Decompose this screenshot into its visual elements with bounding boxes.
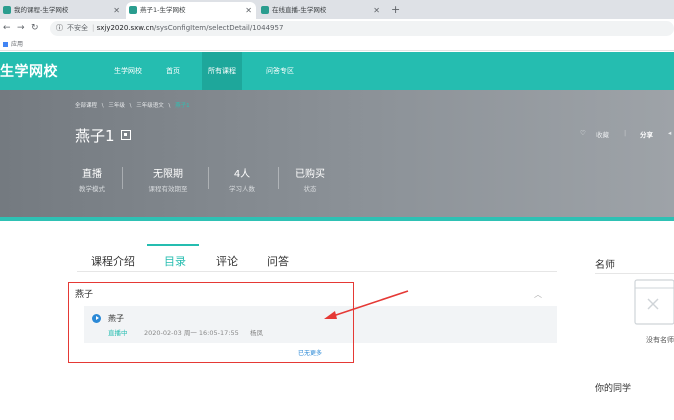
active-tab-indicator	[147, 244, 199, 246]
highlight-box	[68, 282, 354, 363]
breadcrumb-separator: \	[168, 103, 171, 109]
sidebar-teacher-title: 名师	[595, 260, 615, 271]
nav-item-all-courses[interactable]: 所有课程	[202, 52, 242, 90]
stat-value: 已购买	[295, 169, 325, 180]
tab-course-intro[interactable]: 课程介绍	[91, 245, 135, 272]
tab-title: 我的课程-生学网校	[14, 6, 69, 14]
breadcrumb-grade[interactable]: 三年级	[108, 103, 125, 109]
breadcrumb-subject[interactable]: 三年级语文	[136, 103, 164, 109]
favorite-icon[interactable]: ♡	[580, 129, 586, 137]
share-icon[interactable]: ◂	[668, 129, 671, 137]
stat-divider	[208, 167, 209, 189]
stat-value: 4人	[233, 169, 251, 180]
nav-item-home-brand[interactable]: 生学网校	[108, 52, 148, 90]
url-input[interactable]: ⓘ 不安全 | sxjy2020.sxw.cn/sysConfigItem/sele…	[50, 21, 674, 36]
info-icon[interactable]: ⓘ	[56, 24, 63, 32]
empty-state-icon	[634, 279, 674, 325]
course-banner	[0, 90, 674, 217]
breadcrumb-separator: \	[101, 103, 104, 109]
close-icon[interactable]: ✕	[113, 2, 120, 19]
stat-divider	[278, 167, 279, 189]
stat-divider	[122, 167, 123, 189]
stat-value: 直播	[82, 169, 102, 180]
url-path: /sysConfigItem/selectDetail/1044957	[153, 24, 284, 32]
tab-qa[interactable]: 问答	[267, 245, 289, 272]
stat-label: 教学模式	[79, 185, 105, 193]
nav-item-home[interactable]: 首页	[160, 52, 186, 90]
qr-code-icon[interactable]	[121, 130, 131, 140]
close-icon[interactable]: ✕	[245, 2, 252, 19]
browser-tab-bar: 我的课程-生学网校 ✕ 燕子1-生学网校 ✕ 在线直播-生学网校 ✕ +	[0, 0, 674, 19]
forward-icon[interactable]: →	[17, 22, 25, 34]
favicon-icon	[129, 6, 137, 14]
stat-label: 课程有效期至	[148, 185, 188, 193]
favorite-button[interactable]: 收藏	[596, 129, 609, 139]
share-button[interactable]: 分享	[640, 129, 653, 139]
sidebar-classmates-title: 你的同学	[595, 384, 632, 394]
favicon-icon	[261, 6, 269, 14]
breadcrumb-all-courses[interactable]: 全部课程	[75, 103, 97, 109]
tab-comments[interactable]: 评论	[216, 245, 238, 272]
close-icon[interactable]: ✕	[373, 2, 380, 19]
course-tabs: 课程介绍 目录 评论 问答	[77, 245, 557, 272]
stat-validity: 无限期 课程有效期至	[143, 165, 193, 193]
stat-label: 状态	[303, 185, 317, 193]
stat-value: 无限期	[153, 169, 183, 180]
tab-title: 燕子1-生学网校	[140, 6, 186, 14]
chevron-up-icon[interactable]: ︿	[534, 289, 542, 300]
banner-accent-line	[0, 217, 674, 221]
sidebar-divider	[595, 273, 674, 274]
security-label: 不安全	[67, 24, 88, 32]
bookmarks-bar: 应用	[0, 38, 674, 51]
favicon-icon	[3, 6, 11, 14]
stat-learners: 4人 学习人数	[225, 165, 259, 193]
browser-tab-live[interactable]: 在线直播-生学网校 ✕	[258, 2, 384, 19]
stat-label: 学习人数	[229, 185, 255, 193]
tab-title: 在线直播-生学网校	[272, 6, 327, 14]
address-bar-row: ← → ↻ ⓘ 不安全 | sxjy2020.sxw.cn/sysConfigIte…	[0, 19, 674, 38]
breadcrumb-separator: \	[129, 103, 132, 109]
empty-state-text: 没有名师	[646, 336, 674, 344]
reload-icon[interactable]: ↻	[31, 22, 39, 34]
new-tab-button[interactable]: +	[391, 2, 400, 17]
site-header: 生学网校 生学网校 首页 所有课程 问答专区	[0, 52, 674, 90]
back-icon[interactable]: ←	[3, 22, 11, 34]
stat-status: 已购买 状态	[293, 165, 327, 193]
course-title: 燕子1	[75, 127, 115, 145]
stat-teaching-mode: 直播 教学模式	[75, 165, 109, 193]
browser-tab-yanzi[interactable]: 燕子1-生学网校 ✕	[126, 2, 256, 19]
actions-divider: |	[624, 129, 627, 137]
nav-item-qa[interactable]: 问答专区	[260, 52, 300, 90]
site-logo[interactable]: 生学网校	[0, 61, 58, 81]
breadcrumb: 全部课程 \ 三年级 \ 三年级语文 \ 燕子1	[75, 101, 193, 109]
url-domain: sxjy2020.sxw.cn	[96, 24, 154, 32]
browser-tab-my-courses[interactable]: 我的课程-生学网校 ✕	[0, 2, 124, 19]
breadcrumb-current: 燕子1	[175, 103, 190, 109]
apps-label: 应用	[11, 41, 24, 48]
apps-icon	[3, 42, 8, 47]
apps-bookmark[interactable]: 应用	[3, 39, 23, 48]
tab-catalog[interactable]: 目录	[164, 245, 186, 272]
